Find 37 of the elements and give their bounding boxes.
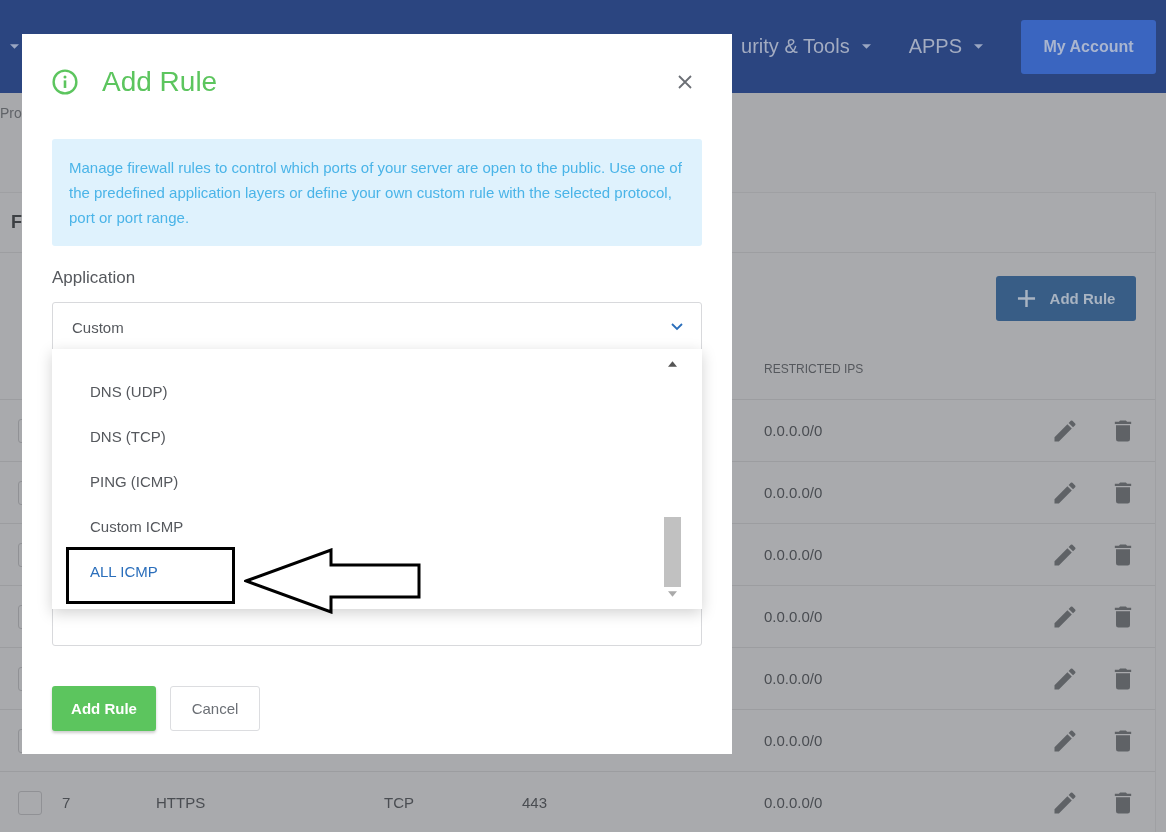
column-header: RESTRICTED IPS: [764, 362, 864, 376]
dropdown-option[interactable]: Custom ICMP: [52, 504, 664, 549]
nav-menu-item[interactable]: urity & Tools: [741, 35, 850, 58]
info-message: Manage firewall rules to control which ports of your server are open to the public. Use one of the predefined application layers or define your own custom rule with the selected protocol, port or port range.: [52, 139, 702, 246]
dropdown-option[interactable]: DNS (UDP): [52, 369, 664, 414]
dropdown-option[interactable]: PING (ICMP): [52, 459, 664, 504]
dropdown-option[interactable]: ALL ICMP: [52, 549, 664, 594]
table-cell: 0.0.0.0/0: [764, 546, 823, 563]
table-cell: 443: [522, 794, 548, 811]
account-button[interactable]: My Account: [1021, 19, 1156, 74]
table-cell: 0.0.0.0/0: [764, 422, 823, 439]
table-cell: 0.0.0.0/0: [764, 484, 823, 501]
card-title: F: [11, 212, 22, 233]
caret-icon[interactable]: [10, 44, 19, 49]
nav-menu-item[interactable]: APPS: [908, 35, 962, 58]
field-label: Application: [52, 268, 137, 289]
plus-icon: [1016, 288, 1036, 308]
add-rule-button[interactable]: Add Rule: [996, 275, 1136, 321]
table-cell: 0.0.0.0/0: [764, 670, 823, 687]
dialog-title: Add Rule: [102, 65, 218, 98]
table-cell: TCP: [384, 794, 414, 811]
info-icon: [52, 68, 78, 95]
table-cell: 0.0.0.0/0: [764, 732, 823, 749]
caret-icon[interactable]: [861, 44, 871, 49]
table-cell: 0.0.0.0/0: [764, 794, 823, 811]
table-cell: 7: [62, 794, 71, 811]
scroll-up-icon[interactable]: [668, 361, 677, 367]
cancel-button[interactable]: Cancel: [170, 686, 260, 731]
breadcrumb[interactable]: Pro: [0, 105, 22, 121]
caret-icon[interactable]: [974, 44, 983, 49]
close-icon[interactable]: [678, 74, 692, 89]
chevron-icon: [671, 323, 683, 331]
scroll-down-icon[interactable]: [668, 591, 677, 597]
table-cell: HTTPS: [156, 794, 206, 811]
row-checkbox[interactable]: [18, 790, 42, 815]
dropdown-option[interactable]: DNS (TCP): [52, 414, 664, 459]
table-cell: 0.0.0.0/0: [764, 608, 823, 625]
